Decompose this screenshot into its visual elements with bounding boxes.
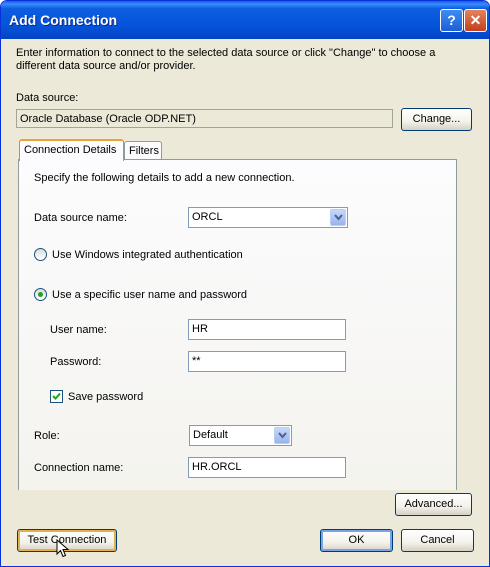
chevron-down-icon[interactable] xyxy=(330,209,346,226)
cancel-button[interactable]: Cancel xyxy=(401,529,474,552)
connection-name-label: Connection name: xyxy=(34,462,124,474)
intro-line-2: different data source and/or provider. xyxy=(16,60,196,72)
window-title: Add Connection xyxy=(9,12,118,28)
add-connection-dialog: Add Connection ? ✕ Enter information to … xyxy=(0,0,490,567)
advanced-button[interactable]: Advanced... xyxy=(395,493,472,516)
mouse-cursor-icon xyxy=(56,539,70,558)
windows-auth-radio[interactable] xyxy=(34,248,47,261)
windows-auth-label[interactable]: Use Windows integrated authentication xyxy=(52,249,243,261)
details-instructions: Specify the following details to add a n… xyxy=(34,172,295,184)
change-button[interactable]: Change... xyxy=(401,108,472,131)
specific-user-label[interactable]: Use a specific user name and password xyxy=(52,289,247,301)
data-source-label: Data source: xyxy=(16,92,79,104)
specific-user-radio[interactable] xyxy=(34,288,47,301)
password-field[interactable]: ** xyxy=(188,351,346,372)
tab-filters[interactable]: Filters xyxy=(124,141,162,161)
role-value: Default xyxy=(193,429,228,441)
connection-details-panel: Specify the following details to add a n… xyxy=(18,159,457,490)
data-source-name-combo[interactable]: ORCL xyxy=(188,207,348,228)
data-source-name-label-text: Data source name: xyxy=(34,212,127,224)
save-password-label[interactable]: Save password xyxy=(68,391,143,403)
connection-name-field[interactable]: HR.ORCL xyxy=(188,457,346,478)
data-source-name-value: ORCL xyxy=(192,211,223,223)
save-password-checkbox[interactable] xyxy=(50,390,63,403)
close-icon[interactable]: ✕ xyxy=(464,9,487,32)
help-icon[interactable]: ? xyxy=(440,9,463,32)
role-combo[interactable]: Default xyxy=(189,425,292,446)
checkmark-icon xyxy=(52,392,61,400)
ok-button[interactable]: OK xyxy=(320,529,393,552)
role-label: Role: xyxy=(34,430,60,442)
data-source-field: Oracle Database (Oracle ODP.NET) xyxy=(16,109,393,128)
chevron-down-icon[interactable] xyxy=(274,427,290,444)
title-bar[interactable]: Add Connection ? ✕ xyxy=(1,1,489,39)
password-label: Password: xyxy=(50,356,102,368)
data-source-name-label: Data source name: xyxy=(34,212,127,224)
user-name-field[interactable]: HR xyxy=(188,319,346,340)
user-name-label: User name: xyxy=(50,324,107,336)
intro-line-1: Enter information to connect to the sele… xyxy=(16,47,436,59)
tab-connection-details[interactable]: Connection Details xyxy=(19,139,124,161)
dialog-body: Enter information to connect to the sele… xyxy=(4,39,486,563)
